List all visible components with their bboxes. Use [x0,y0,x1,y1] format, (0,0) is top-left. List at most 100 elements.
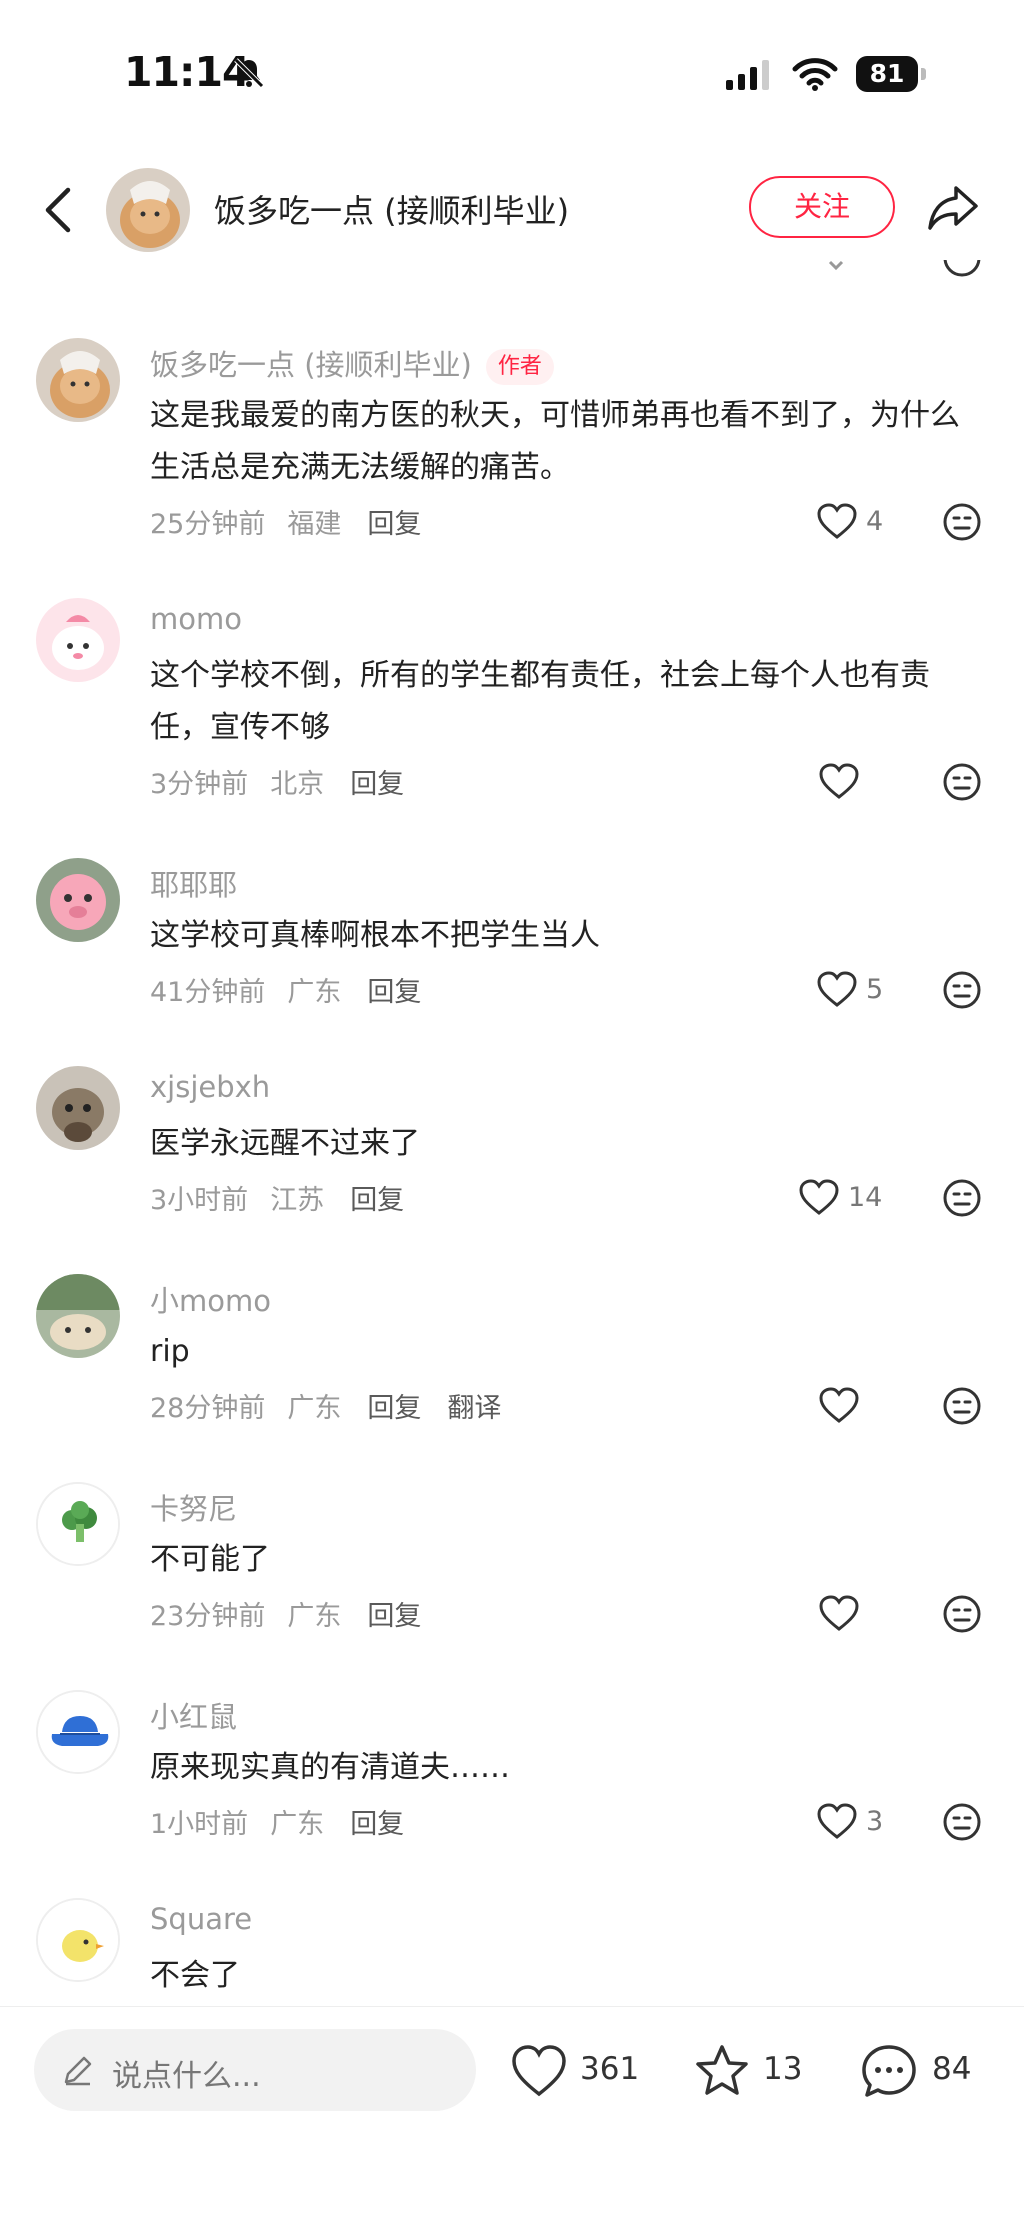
wifi-icon [792,58,838,91]
comment-text[interactable]: 这学校可真棒啊根本不把学生当人 [150,910,970,962]
author-badge: 作者 [485,349,554,385]
comment-time: 23分钟前 [150,1601,266,1632]
comment-time: 3分钟前 [150,769,249,800]
comment-meta: 28分钟前 广东 回复 翻译 [150,1386,523,1425]
comment-text[interactable]: 医学永远醒不过来了 [150,1118,970,1170]
status-time: 11:14 [124,48,251,96]
status-bar: 11:14 81 [0,0,1024,150]
comment-total: 84 [932,2051,972,2087]
comment-meta: 3小时前 江苏 回复 [150,1178,426,1217]
avatar[interactable] [36,1482,120,1566]
reply-button[interactable]: 回复 [350,1185,404,1216]
comment-location: 江苏 [270,1185,325,1216]
comment-meta: 41分钟前 广东 回复 [150,970,443,1009]
heart-icon[interactable] [818,762,860,800]
bell-muted-icon [234,58,264,88]
like-count: 4 [866,506,884,537]
comment-input-placeholder: 说点什么... [112,2059,261,2094]
comment-username[interactable]: 耶耶耶 [150,862,237,904]
comment-text[interactable]: 这是我最爱的南方医的秋天，可惜师弟再也看不到了，为什么生活总是充满无法缓解的痛苦… [150,390,970,494]
avatar[interactable] [36,858,120,942]
battery-indicator: 81 [856,56,928,92]
reply-button[interactable]: 回复 [367,1601,421,1632]
follow-button[interactable]: 关注 [749,176,895,238]
back-icon[interactable] [38,184,78,236]
comment-text[interactable]: rip [150,1326,970,1378]
comment-text[interactable]: 这个学校不倒，所有的学生都有责任，社会上每个人也有责任，宣传不够 [150,650,970,754]
avatar[interactable] [36,598,120,682]
like-count: 5 [866,974,884,1005]
heart-icon[interactable] [510,2043,568,2099]
comment-location: 广东 [287,1601,342,1632]
heart-icon[interactable] [816,1802,858,1840]
heart-icon[interactable] [818,1594,860,1632]
comment-time: 25分钟前 [150,509,266,540]
share-icon[interactable] [926,182,980,234]
comment-input[interactable]: 说点什么... [34,2029,476,2111]
translate-button[interactable]: 翻译 [447,1393,501,1424]
reply-button[interactable]: 回复 [367,977,421,1008]
comment-location: 广东 [287,1393,342,1424]
like-count: 3 [866,1806,884,1837]
note-header: 饭多吃一点 (接顺利毕业) 关注 [0,160,1024,260]
bottom-action-bar: 说点什么... 361 13 84 [0,2007,1024,2225]
emoji-icon[interactable] [942,1594,982,1634]
like-total: 361 [580,2051,640,2087]
comment-text[interactable]: 原来现实真的有清道夫…… [150,1742,970,1794]
like-count: 14 [848,1182,883,1213]
heart-icon[interactable] [816,970,858,1008]
comment-location: 广东 [287,977,342,1008]
comment-time: 3小时前 [150,1185,249,1216]
reply-button[interactable]: 回复 [350,1809,404,1840]
avatar[interactable] [36,338,120,422]
comment-time: 1小时前 [150,1809,249,1840]
pencil-icon [64,2056,92,2086]
comment-location: 广东 [270,1809,325,1840]
comment-bubble-icon[interactable] [860,2043,918,2099]
chevron-down-icon [828,260,844,271]
emoji-icon[interactable] [942,1802,982,1842]
avatar[interactable] [36,1690,120,1774]
comment-username[interactable]: xjsjebxh [150,1070,270,1104]
comment-username[interactable]: 小momo [150,1278,271,1320]
heart-icon[interactable] [816,502,858,540]
avatar[interactable] [36,1898,120,1982]
comment-text[interactable]: 不可能了 [150,1534,970,1586]
comment-time: 41分钟前 [150,977,266,1008]
comment-meta: 3分钟前 北京 回复 [150,762,426,801]
comment-username[interactable]: 小红鼠 [150,1694,237,1736]
emoji-icon[interactable] [942,1178,982,1218]
comment-time: 28分钟前 [150,1393,266,1424]
cellular-signal-icon [726,60,769,90]
reply-button[interactable]: 回复 [367,509,421,540]
author-name: 饭多吃一点 (接顺利毕业) [214,192,570,230]
emoji-icon [943,260,981,277]
previous-comment-clipped [0,260,1024,286]
heart-icon[interactable] [798,1178,840,1216]
comment-username[interactable]: Square [150,1902,252,1936]
reply-button[interactable]: 回复 [367,1393,421,1424]
reply-button[interactable]: 回复 [350,769,404,800]
comment-meta: 25分钟前 福建 回复 [150,502,443,541]
emoji-icon[interactable] [942,502,982,542]
comment-meta: 23分钟前 广东 回复 [150,1594,443,1633]
comment-username[interactable]: momo [150,602,242,636]
avatar[interactable] [36,1066,120,1150]
emoji-icon[interactable] [942,970,982,1010]
comment-meta: 1小时前 广东 回复 [150,1802,426,1841]
avatar[interactable] [36,1274,120,1358]
comment-username[interactable]: 饭多吃一点 (接顺利毕业) 作者 [150,342,554,385]
comment-username[interactable]: 卡努尼 [150,1486,237,1528]
comment-location: 福建 [287,509,342,540]
star-icon[interactable] [693,2043,751,2099]
comment-text[interactable]: 不会了 [150,1950,970,2002]
star-total: 13 [763,2051,803,2087]
battery-level: 81 [856,56,918,92]
comment-location: 北京 [270,769,325,800]
author-avatar[interactable] [106,168,190,252]
heart-icon[interactable] [818,1386,860,1424]
battery-tip [921,68,926,80]
username-text[interactable]: 饭多吃一点 (接顺利毕业) [150,348,472,382]
emoji-icon[interactable] [942,762,982,802]
emoji-icon[interactable] [942,1386,982,1426]
